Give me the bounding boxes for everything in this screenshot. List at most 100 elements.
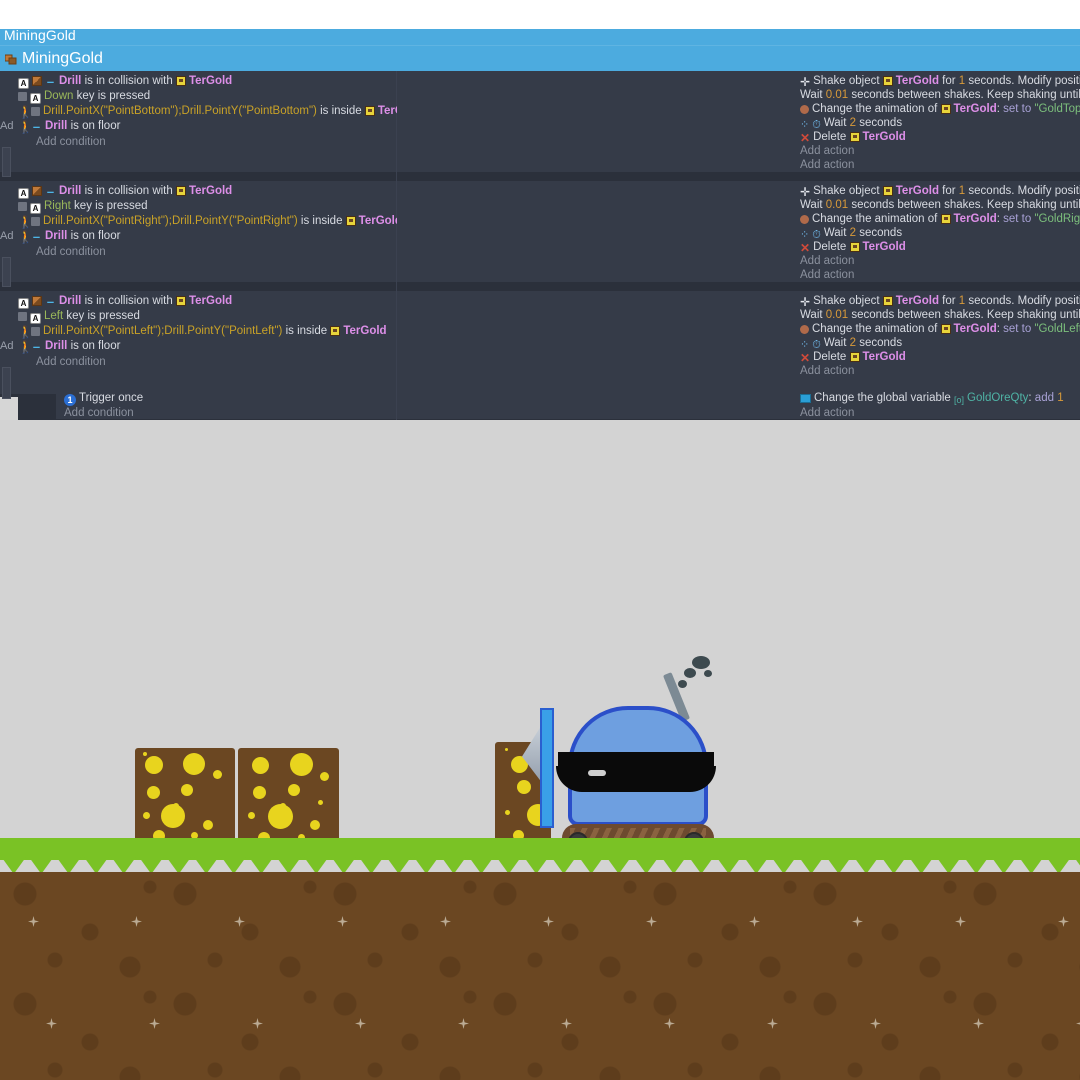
sub-conditions-column[interactable]: 1 Trigger once Add condition xyxy=(56,389,396,420)
event-group-header[interactable]: MiningGold xyxy=(0,48,1080,71)
text-token: 1 xyxy=(1057,392,1064,404)
text-token: TerGold xyxy=(862,241,906,253)
sub-event-block[interactable]: 1 Trigger once Add condition Change the glo… xyxy=(0,389,1080,420)
gold-object-icon xyxy=(849,132,860,142)
condition-row[interactable]: Ad 🚶– Drill is on floor xyxy=(0,229,121,244)
text-token: is in collision with xyxy=(81,185,176,197)
gold-object-icon xyxy=(940,214,951,224)
gutter-ad-label: Ad xyxy=(0,340,14,352)
event-group-title: MiningGold xyxy=(22,50,103,67)
small-square-icon xyxy=(18,92,27,101)
condition-row[interactable]: 🚶 Drill.PointX("PointLeft");Drill.PointY(… xyxy=(18,325,387,338)
action-row[interactable]: ⁘ ⏱ Wait 2 seconds xyxy=(800,117,902,131)
condition-row[interactable]: A – Drill is in collision with TerGold xyxy=(18,75,232,89)
add-action-link[interactable]: Add action xyxy=(800,145,854,158)
shake-icon: ✛ xyxy=(800,185,811,199)
actions-column[interactable]: ✛ Shake object TerGold for 1 seconds. Mod… xyxy=(397,181,1080,283)
text-token: is inside xyxy=(316,105,365,117)
text-token: TerGold xyxy=(895,295,939,307)
add-condition-link[interactable]: Add condition xyxy=(36,356,106,369)
text-token: Change the animation of xyxy=(812,213,941,225)
action-row[interactable]: Wait 0.01 seconds between shakes. Keep s… xyxy=(800,309,1080,322)
event-block[interactable]: A – Drill is in collision with TerGold A Rig… xyxy=(0,181,1080,283)
gold-object-icon xyxy=(330,326,341,336)
text-token: Trigger once xyxy=(79,392,144,404)
delete-icon: ✕ xyxy=(800,351,811,365)
text-token: for xyxy=(938,295,959,307)
action-row[interactable]: Change the animation of TerGold: set to … xyxy=(800,323,1080,336)
condition-row[interactable]: A – Drill is in collision with TerGold xyxy=(18,185,232,199)
small-square-icon xyxy=(31,327,40,336)
platform-icon: 🚶 xyxy=(18,105,33,119)
text-token: is on floor xyxy=(67,230,121,242)
action-row[interactable]: ✛ Shake object TerGold for 1 seconds. Mod… xyxy=(800,185,1080,199)
action-row[interactable]: Wait 0.01 seconds between shakes. Keep s… xyxy=(800,199,1080,212)
event-gutter-handle[interactable] xyxy=(2,147,11,177)
actions-column[interactable]: ✛ Shake object TerGold for 1 seconds. Mod… xyxy=(397,71,1080,173)
platform-icon: 🚶 xyxy=(18,230,33,244)
action-row[interactable]: ⁘ ⏱ Wait 2 seconds xyxy=(800,227,902,241)
shake-icon: ✛ xyxy=(800,295,811,309)
condition-row[interactable]: A Right key is pressed xyxy=(18,200,148,214)
text-token: Drill xyxy=(45,230,68,242)
add-action-link[interactable]: Add action xyxy=(800,365,854,378)
text-token: set to xyxy=(1003,103,1035,115)
tab-mininggold[interactable]: MiningGold xyxy=(4,27,76,43)
add-action-link[interactable]: Add action xyxy=(800,407,854,420)
drill-vehicle xyxy=(496,648,720,858)
event-block[interactable]: A – Drill is in collision with TerGold A Dow… xyxy=(0,71,1080,173)
conditions-column[interactable]: A – Drill is in collision with TerGold A Rig… xyxy=(0,181,402,283)
animation-icon xyxy=(800,105,809,114)
event-block[interactable]: A – Drill is in collision with TerGold A Lef… xyxy=(0,291,1080,395)
platform-icon: 🚶 xyxy=(18,120,33,134)
text-token: key is pressed xyxy=(63,310,140,322)
action-row[interactable]: Change the global variable [o] GoldOreQty… xyxy=(800,392,1064,405)
action-row[interactable]: Wait 0.01 seconds between shakes. Keep s… xyxy=(800,89,1080,102)
condition-row[interactable]: 🚶 Drill.PointX("PointBottom");Drill.Point… xyxy=(18,105,421,118)
event-gutter-handle[interactable] xyxy=(2,257,11,287)
add-condition-link[interactable]: Add condition xyxy=(36,246,106,259)
action-row[interactable]: ✛ Shake object TerGold for 1 seconds. Mod… xyxy=(800,295,1080,309)
action-row[interactable]: ✛ Shake object TerGold for 1 seconds. Mod… xyxy=(800,75,1080,89)
text-token: 0.01 xyxy=(825,89,849,101)
condition-row[interactable]: 🚶 Drill.PointX("PointRight");Drill.PointY… xyxy=(18,215,402,228)
trigger-once-icon: 1 xyxy=(64,394,76,406)
gutter-ad-label: Ad xyxy=(0,230,14,242)
text-token: is in collision with xyxy=(81,295,176,307)
event-sheet-tabbar[interactable]: MiningGold xyxy=(0,27,1080,48)
text-token: Left xyxy=(44,310,64,322)
platform-icon: 🚶 xyxy=(18,215,33,229)
action-row[interactable]: ⁘ ⏱ Wait 2 seconds xyxy=(800,337,902,351)
collision-icon: – xyxy=(32,229,41,244)
conditions-column[interactable]: A – Drill is in collision with TerGold A Dow… xyxy=(0,71,421,173)
condition-row[interactable]: A Left key is pressed xyxy=(18,310,140,324)
action-row[interactable]: ✕ Delete TerGold xyxy=(800,131,906,145)
text-token: Wait xyxy=(823,117,850,129)
add-condition-link[interactable]: Add condition xyxy=(64,407,134,420)
conditions-column[interactable]: A – Drill is in collision with TerGold A Lef… xyxy=(0,291,396,395)
condition-row[interactable]: 1 Trigger once xyxy=(64,392,144,406)
action-row[interactable]: ✕ Delete TerGold xyxy=(800,241,906,255)
action-row[interactable]: ✕ Delete TerGold xyxy=(800,351,906,365)
condition-row[interactable]: Ad 🚶– Drill is on floor xyxy=(0,340,120,353)
add-action-link[interactable]: Add action xyxy=(800,269,854,282)
collision-icon: – xyxy=(46,294,55,309)
add-action-link[interactable]: Add action xyxy=(800,255,854,268)
text-token: TerGold xyxy=(953,323,997,335)
condition-row[interactable]: A Down key is pressed xyxy=(18,90,150,104)
action-row[interactable]: Change the animation of TerGold: set to … xyxy=(800,103,1080,116)
actions-column[interactable]: ✛ Shake object TerGold for 1 seconds. Mod… xyxy=(397,291,1080,395)
action-row[interactable]: Change the animation of TerGold: set to … xyxy=(800,213,1080,226)
text-token: Drill xyxy=(45,120,68,132)
ore-block-left xyxy=(135,748,235,848)
condition-row[interactable]: A – Drill is in collision with TerGold xyxy=(18,294,232,309)
selected-gutter-marker[interactable] xyxy=(0,397,18,420)
keyboard-icon: A xyxy=(30,93,41,104)
event-gutter-handle[interactable] xyxy=(2,367,11,399)
keyboard-icon: A xyxy=(30,313,41,324)
sub-actions-column[interactable]: Change the global variable [o] GoldOreQty… xyxy=(397,389,1080,420)
gold-object-icon xyxy=(345,216,356,226)
condition-row[interactable]: Ad 🚶– Drill is on floor xyxy=(0,120,120,134)
add-condition-link[interactable]: Add condition xyxy=(36,136,106,149)
add-action-link[interactable]: Add action xyxy=(800,159,854,172)
